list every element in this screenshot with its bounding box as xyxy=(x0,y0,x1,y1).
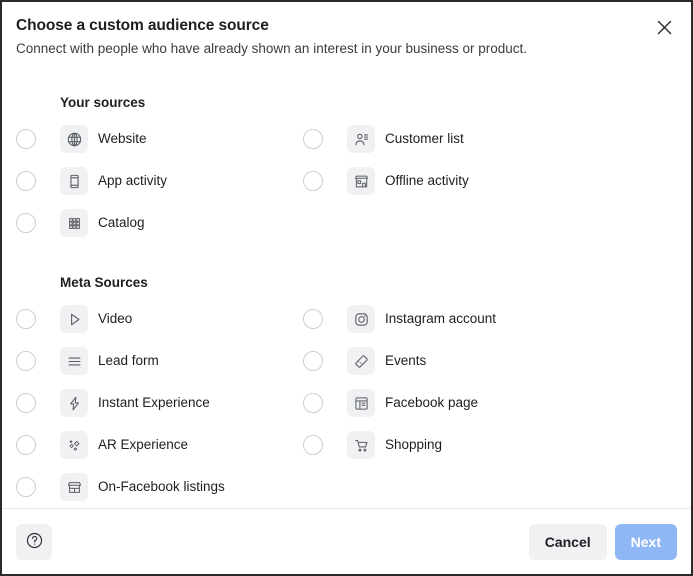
options-column-right: Instagram account Events Facebook page S… xyxy=(303,298,677,508)
globe-icon xyxy=(60,125,88,153)
storefront-icon xyxy=(347,167,375,195)
radio-events[interactable] xyxy=(303,351,323,371)
radio-video[interactable] xyxy=(16,309,36,329)
option-label: Website xyxy=(98,131,147,146)
option-on-facebook-listings[interactable]: On-Facebook listings xyxy=(16,466,303,508)
option-shopping[interactable]: Shopping xyxy=(303,424,677,466)
radio-app-activity[interactable] xyxy=(16,171,36,191)
close-button[interactable] xyxy=(650,13,678,41)
options-grid-meta-sources: Video Lead form Instant Experience AR Ex… xyxy=(16,298,677,508)
next-button[interactable]: Next xyxy=(614,523,677,560)
dialog-subtitle: Connect with people who have already sho… xyxy=(16,41,528,56)
option-label: Events xyxy=(385,353,427,368)
play-triangle-icon xyxy=(60,305,88,333)
option-label: Lead form xyxy=(98,353,159,368)
dialog-header: Choose a custom audience source Connect … xyxy=(2,2,691,68)
option-catalog[interactable]: Catalog xyxy=(16,202,303,244)
option-offline-activity[interactable]: Offline activity xyxy=(303,160,677,202)
shopping-cart-icon xyxy=(347,431,375,459)
section-title-your-sources: Your sources xyxy=(60,95,146,110)
option-facebook-page[interactable]: Facebook page xyxy=(303,382,677,424)
radio-shopping[interactable] xyxy=(303,435,323,455)
radio-offline-activity[interactable] xyxy=(303,171,323,191)
sparkles-icon xyxy=(60,431,88,459)
radio-ar-experience[interactable] xyxy=(16,435,36,455)
option-instagram-account[interactable]: Instagram account xyxy=(303,298,677,340)
dialog-title: Choose a custom audience source xyxy=(16,17,269,34)
radio-customer-list[interactable] xyxy=(303,129,323,149)
option-label: App activity xyxy=(98,173,168,188)
option-app-activity[interactable]: App activity xyxy=(16,160,303,202)
option-ar-experience[interactable]: AR Experience xyxy=(16,424,303,466)
help-button[interactable] xyxy=(16,523,52,560)
option-label: On-Facebook listings xyxy=(98,479,225,494)
options-column-right: Customer list Offline activity xyxy=(303,118,677,244)
option-label: Instagram account xyxy=(385,311,497,326)
radio-on-facebook-listings[interactable] xyxy=(16,477,36,497)
option-instant-experience[interactable]: Instant Experience xyxy=(16,382,303,424)
close-icon xyxy=(656,19,673,36)
options-column-left: Website App activity Catalog xyxy=(16,118,303,244)
section-your-sources: Your sources Website App activity Catalo… xyxy=(16,94,677,244)
section-title-meta-sources: Meta Sources xyxy=(60,275,148,290)
option-video[interactable]: Video xyxy=(16,298,303,340)
instagram-camera-icon xyxy=(347,305,375,333)
custom-audience-source-dialog: Choose a custom audience source Connect … xyxy=(0,0,693,576)
option-label: Catalog xyxy=(98,215,145,230)
options-grid-your-sources: Website App activity Catalog Customer li… xyxy=(16,118,677,244)
cancel-button[interactable]: Cancel xyxy=(528,523,607,560)
section-meta-sources: Meta Sources Video Lead form Instant Exp… xyxy=(16,274,677,508)
dialog-footer: Cancel Next xyxy=(2,508,691,574)
radio-instagram-account[interactable] xyxy=(303,309,323,329)
option-label: Facebook page xyxy=(385,395,479,410)
person-list-icon xyxy=(347,125,375,153)
page-layout-icon xyxy=(347,389,375,417)
form-lines-icon xyxy=(60,347,88,375)
option-label: Customer list xyxy=(385,131,464,146)
option-events[interactable]: Events xyxy=(303,340,677,382)
option-website[interactable]: Website xyxy=(16,118,303,160)
option-label: AR Experience xyxy=(98,437,189,452)
option-label: Instant Experience xyxy=(98,395,210,410)
help-circle-icon xyxy=(25,531,44,553)
option-lead-form[interactable]: Lead form xyxy=(16,340,303,382)
radio-catalog[interactable] xyxy=(16,213,36,233)
radio-lead-form[interactable] xyxy=(16,351,36,371)
option-label: Shopping xyxy=(385,437,443,452)
grid-dots-icon xyxy=(60,209,88,237)
ticket-icon xyxy=(347,347,375,375)
radio-website[interactable] xyxy=(16,129,36,149)
mobile-phone-icon xyxy=(60,167,88,195)
options-column-left: Video Lead form Instant Experience AR Ex… xyxy=(16,298,303,508)
radio-instant-experience[interactable] xyxy=(16,393,36,413)
dialog-body: Your sources Website App activity Catalo… xyxy=(2,68,691,508)
lightning-bolt-icon xyxy=(60,389,88,417)
option-customer-list[interactable]: Customer list xyxy=(303,118,677,160)
shop-awning-icon xyxy=(60,473,88,501)
option-label: Offline activity xyxy=(385,173,469,188)
option-label: Video xyxy=(98,311,133,326)
radio-facebook-page[interactable] xyxy=(303,393,323,413)
